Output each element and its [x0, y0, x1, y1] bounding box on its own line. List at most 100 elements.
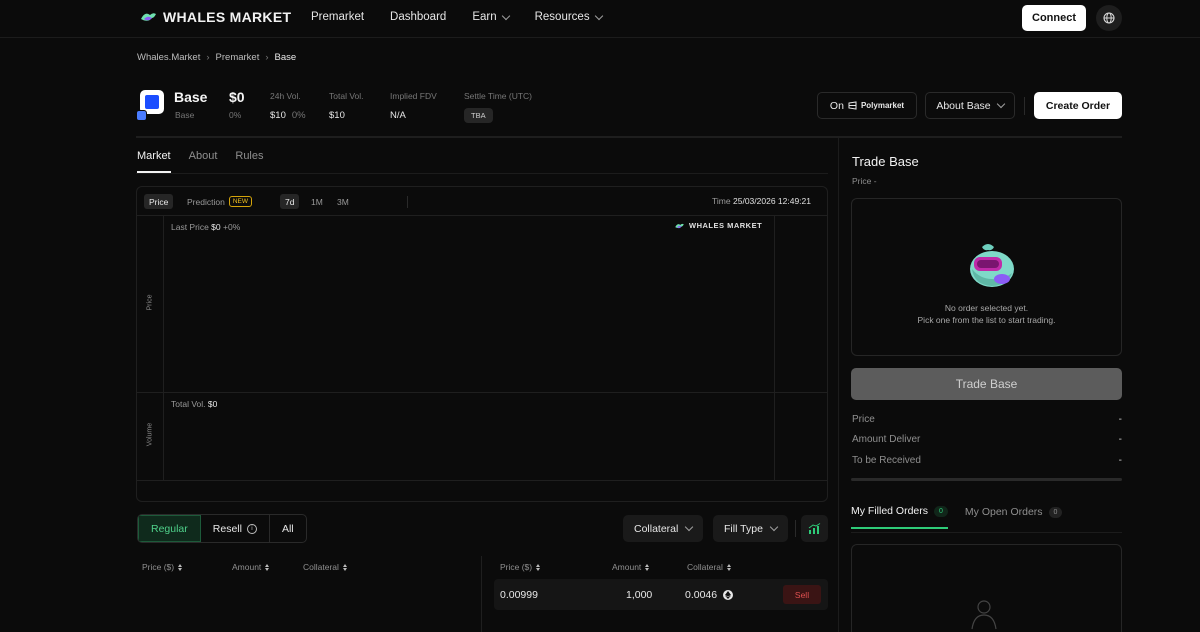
- panel-scrollbar[interactable]: [851, 478, 1122, 481]
- buy-col-collateral[interactable]: Collateral: [303, 562, 347, 572]
- tab-market[interactable]: Market: [137, 150, 171, 173]
- kv-value: -: [1118, 455, 1122, 466]
- kv-label: Amount Deliver: [852, 434, 921, 445]
- chart-watermark: WHALES MARKET: [674, 221, 762, 230]
- chevron-down-icon: [594, 11, 603, 20]
- segment-regular[interactable]: Regular: [138, 515, 201, 542]
- new-badge: NEW: [228, 196, 252, 207]
- stat-total-vol: Total Vol. $10: [329, 91, 364, 121]
- stat-value: N/A: [390, 110, 406, 121]
- count-badge: 0: [934, 505, 948, 517]
- col-label: Price ($): [142, 562, 175, 572]
- chevron-down-icon: [769, 522, 779, 532]
- brand-logo[interactable]: WHALES MARKET: [140, 9, 291, 25]
- col-label: Collateral: [303, 562, 339, 572]
- stat-label: 24h Vol.: [270, 91, 301, 101]
- tab-my-filled-orders[interactable]: My Filled Orders 0: [851, 505, 948, 529]
- nav-premarket[interactable]: Premarket: [311, 11, 364, 23]
- chart-toolbar: Price Prediction NEW 7d 1M 3M Time 25/03…: [137, 187, 827, 216]
- chart-right-edge: [774, 216, 775, 480]
- about-token-dropdown[interactable]: About Base: [925, 92, 1015, 119]
- divider: [851, 532, 1122, 533]
- chart-view-button[interactable]: [801, 515, 828, 542]
- price-axis-label: Price: [146, 294, 154, 311]
- range-7d[interactable]: 7d: [280, 194, 300, 209]
- range-1m[interactable]: 1M: [306, 194, 328, 209]
- tab-rules[interactable]: Rules: [235, 150, 263, 173]
- collateral-label: Collateral: [634, 522, 679, 535]
- eth-icon: [723, 590, 734, 600]
- breadcrumb-premarket[interactable]: Premarket: [216, 52, 260, 63]
- row-collateral: 0.0046: [685, 589, 734, 601]
- fill-type-dropdown[interactable]: Fill Type: [713, 515, 788, 542]
- total-vol-readout: Total Vol. $0: [171, 399, 217, 409]
- buy-col-price[interactable]: Price ($): [142, 562, 183, 572]
- total-vol-value: $0: [207, 399, 218, 409]
- stat-value: $10: [329, 110, 345, 121]
- stat-settle-time: Settle Time (UTC) TBA: [464, 91, 532, 123]
- token-price-change: 0%: [229, 110, 242, 120]
- chevron-down-icon: [685, 522, 694, 532]
- whale-mascot-icon: [970, 244, 1014, 287]
- info-icon[interactable]: i: [246, 523, 257, 534]
- segment-resell[interactable]: Resell i: [201, 515, 270, 542]
- tab-label: My Open Orders: [964, 506, 1043, 518]
- chart-mode-prediction[interactable]: Prediction NEW: [182, 194, 257, 209]
- my-orders-tabs: My Filled Orders 0 My Open Orders 0: [851, 505, 1079, 529]
- breadcrumb-current: Base: [274, 52, 297, 63]
- order-type-segment: Regular Resell i All: [137, 514, 307, 543]
- resell-label: Resell: [212, 522, 242, 535]
- language-button[interactable]: [1096, 5, 1122, 31]
- divider: [838, 138, 839, 632]
- nav-resources-label: Resources: [534, 11, 590, 23]
- sell-col-price[interactable]: Price ($): [500, 562, 541, 572]
- sell-button[interactable]: Sell: [783, 585, 821, 604]
- vol24h-value: $10: [270, 110, 286, 121]
- kv-amount-deliver: Amount Deliver -: [852, 434, 1122, 445]
- tab-label: My Filled Orders: [851, 505, 929, 517]
- main-nav: Premarket Dashboard Earn Resources: [311, 11, 628, 23]
- polymarket-button[interactable]: On Polymarket: [817, 92, 917, 119]
- fill-type-label: Fill Type: [724, 522, 763, 535]
- sell-col-amount[interactable]: Amount: [612, 562, 650, 572]
- chain-badge-icon: [136, 110, 147, 121]
- chart-mode-price[interactable]: Price: [144, 194, 174, 209]
- stat-label: Settle Time (UTC): [464, 91, 533, 101]
- collateral-dropdown[interactable]: Collateral: [623, 515, 704, 542]
- nav-dashboard[interactable]: Dashboard: [390, 11, 446, 23]
- polymarket-label: Polymarket: [860, 101, 905, 110]
- nav-dashboard-label: Dashboard: [390, 11, 447, 23]
- count-badge: 0: [1048, 506, 1063, 518]
- chevron-down-icon: [501, 11, 510, 20]
- breadcrumb-home[interactable]: Whales.Market: [137, 52, 200, 63]
- empty-order-state: No order selected yet. Pick one from the…: [851, 198, 1122, 356]
- divider: [136, 173, 828, 174]
- stat-fdv: Implied FDV N/A: [390, 91, 437, 121]
- tab-my-open-orders[interactable]: My Open Orders 0: [965, 505, 1063, 529]
- chevron-down-icon: [996, 99, 1005, 109]
- volume-axis-label: Volume: [146, 422, 154, 447]
- nav-resources[interactable]: Resources: [534, 11, 603, 23]
- price-chart-panel: Price Prediction NEW 7d 1M 3M Time 25/03…: [136, 186, 828, 502]
- divider: [795, 520, 796, 537]
- connect-button[interactable]: Connect: [1022, 5, 1086, 31]
- col-label: Collateral: [687, 562, 723, 572]
- table-row[interactable]: 0.00999 1,000 0.0046 Sell: [494, 579, 828, 610]
- token-symbol: Base: [175, 110, 195, 120]
- last-price-label: Last Price: [171, 222, 209, 232]
- range-3m[interactable]: 3M: [332, 194, 354, 209]
- sell-col-collateral[interactable]: Collateral: [687, 562, 731, 572]
- segment-all[interactable]: All: [270, 515, 306, 542]
- buy-col-amount[interactable]: Amount: [232, 562, 270, 572]
- kv-price: Price -: [852, 414, 1122, 425]
- divider: [137, 392, 827, 393]
- create-order-button[interactable]: Create Order: [1034, 92, 1122, 119]
- trade-button[interactable]: Trade Base: [851, 368, 1122, 400]
- tab-about[interactable]: About: [189, 150, 218, 173]
- empty-line-1: No order selected yet.: [944, 303, 1029, 313]
- last-price-readout: Last Price $0 +0%: [171, 222, 240, 232]
- nav-earn[interactable]: Earn: [472, 11, 510, 23]
- empty-line-2: Pick one from the list to start trading.: [917, 315, 1056, 325]
- kv-value: -: [1118, 434, 1122, 445]
- token-logo: [136, 90, 164, 122]
